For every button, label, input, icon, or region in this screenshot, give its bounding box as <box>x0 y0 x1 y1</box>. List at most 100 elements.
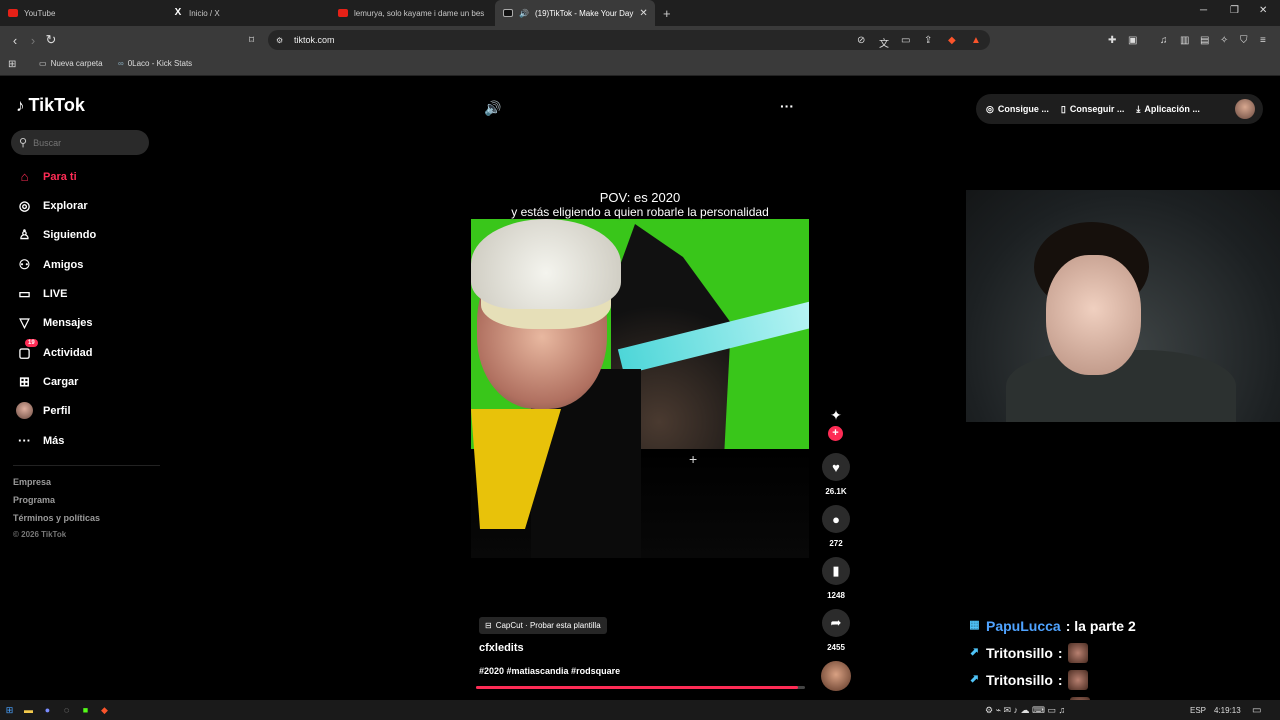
nav-explorar[interactable]: ◎ Explorar <box>16 197 88 214</box>
video-author[interactable]: cfxledits <box>479 642 524 654</box>
obs-icon[interactable]: ◌ <box>57 700 76 720</box>
video-player[interactable]: + <box>471 219 809 558</box>
webcam-overlay <box>966 190 1280 422</box>
footer-empresa[interactable]: Empresa <box>13 477 51 487</box>
brave-icon[interactable]: ◆ <box>95 700 114 720</box>
leo-ai-icon[interactable]: ✧ <box>1220 35 1228 46</box>
forward-icon[interactable]: › <box>24 33 42 48</box>
badge-icon: ▦ <box>969 619 980 631</box>
chat-emote <box>1067 669 1088 690</box>
bookmark-icon[interactable]: ▮ <box>822 557 850 585</box>
nav-mas[interactable]: ··· Más <box>16 432 64 449</box>
reload-icon[interactable]: ↻ <box>42 32 60 48</box>
kick-icon[interactable]: ■ <box>76 700 95 720</box>
minimize-icon[interactable]: ─ <box>1200 5 1207 16</box>
nav-amigos[interactable]: ⚇ Amigos <box>16 256 84 273</box>
chat-message: ⬈ Tritonsillo : <box>968 666 1280 693</box>
cast-icon[interactable]: ▭ <box>901 35 910 46</box>
tab-tiktok[interactable]: 🔊 (19)TikTok - Make Your Day ✕ <box>495 0 655 26</box>
vpn-icon[interactable]: ⛉ <box>1240 35 1248 46</box>
brave-rewards-icon[interactable]: ▲ <box>971 35 981 46</box>
no-tracking-icon[interactable]: ⊘ <box>857 35 865 46</box>
bookmark-label: Nueva carpeta <box>50 59 103 68</box>
footer-programa[interactable]: Programa <box>13 495 55 505</box>
footer-terminos[interactable]: Términos y políticas <box>13 513 100 523</box>
close-window-icon[interactable]: ✕ <box>1259 5 1267 16</box>
notifications-icon[interactable]: ▭ <box>1252 705 1261 716</box>
comment-icon[interactable]: ● <box>822 505 850 533</box>
bookmark-item[interactable]: ∞ 0Laco - Kick Stats <box>118 59 192 68</box>
link-icon: ∞ <box>118 59 124 68</box>
capcut-label: CapCut · Probar esta plantilla <box>495 621 601 630</box>
nav-actividad[interactable]: ▢ 19 Actividad <box>16 339 93 361</box>
share-count: 2455 <box>827 643 845 652</box>
language-indicator[interactable]: ESP <box>1190 706 1206 715</box>
wallet-icon[interactable]: ▤ <box>1200 35 1209 46</box>
sidebar-icon[interactable]: ▥ <box>1180 35 1189 46</box>
nav-para-ti[interactable]: ⌂ Para ti <box>16 168 77 185</box>
nav-siguiendo[interactable]: ♙ Siguiendo <box>16 226 97 243</box>
more-options-icon[interactable]: ··· <box>780 98 794 114</box>
apps-grid-icon[interactable]: ⊞ <box>8 59 16 70</box>
like-action[interactable]: ♥ 26.1K <box>820 453 852 496</box>
search-box[interactable]: ⚲ <box>11 130 149 155</box>
media-icon[interactable]: ♫ <box>1160 35 1168 46</box>
video-progress-bar[interactable] <box>476 686 805 689</box>
get-app-button[interactable]: ▯ Conseguir ... <box>1061 104 1124 115</box>
sidebar-divider <box>13 465 160 466</box>
discord-icon[interactable]: ● <box>38 700 57 720</box>
get-coins-button[interactable]: ◎ Consigue ... <box>986 104 1049 115</box>
desktop-app-button[interactable]: ⤓ Aplicación ... <box>1136 104 1200 115</box>
site-info-icon[interactable]: ⚙ <box>276 36 283 45</box>
creator-mini-avatar[interactable]: ✦ <box>826 407 846 427</box>
tab-title: lemurya, solo kayame i dame un bes <box>354 8 485 18</box>
tab-youtube[interactable]: YouTube <box>0 0 165 26</box>
nav-label: Actividad <box>43 346 93 359</box>
bookmark-icon[interactable]: ⌑ <box>249 35 254 46</box>
video-hashtags[interactable]: #2020 #matiascandia #rodsquare <box>479 666 620 676</box>
tiktok-logo[interactable]: ♪ TikTok <box>16 95 85 116</box>
brave-shield-icon[interactable]: ◆ <box>948 35 956 46</box>
new-tab-button[interactable]: + <box>663 6 671 21</box>
follow-button[interactable]: + <box>828 426 843 441</box>
save-action[interactable]: ▮ 1248 <box>820 557 852 600</box>
restore-icon[interactable]: ❐ <box>1230 5 1239 16</box>
file-explorer-icon[interactable]: ▬ <box>19 700 38 720</box>
x-icon: X <box>174 7 182 18</box>
translate-icon[interactable]: 文 <box>879 35 889 50</box>
tab-youtube-video[interactable]: lemurya, solo kayame i dame un bes <box>330 0 495 26</box>
menu-icon[interactable]: ≡ <box>1260 35 1266 46</box>
tray-icons[interactable]: ⚙ ⌁ ✉ ♪ ☁ ⌨ ▭ ♫ <box>985 705 1065 716</box>
capcut-icon: ⊟ <box>485 621 492 630</box>
chat-username: PapuLucca <box>986 617 1061 634</box>
back-icon[interactable]: ‹ <box>6 33 24 48</box>
windows-start-icon[interactable]: ⊞ <box>0 700 19 720</box>
share-icon[interactable]: ➦ <box>822 609 850 637</box>
share-icon[interactable]: ⇪ <box>924 35 932 46</box>
volume-icon[interactable]: 🔊 <box>484 100 501 117</box>
sound-avatar[interactable] <box>821 661 851 691</box>
comment-action[interactable]: ● 272 <box>820 505 852 548</box>
bookmark-item[interactable]: ▭ Nueva carpeta <box>39 59 103 68</box>
activity-icon: ▢ 19 <box>16 339 38 361</box>
upload-icon: ⊞ <box>19 373 30 389</box>
close-icon[interactable]: ✕ <box>639 8 647 19</box>
tab-x[interactable]: X Inicio / X <box>165 0 330 26</box>
nav-label: Para ti <box>43 170 77 183</box>
clock[interactable]: 4:19:13 <box>1214 706 1241 715</box>
nav-label: Más <box>43 434 65 447</box>
search-input[interactable] <box>33 137 134 148</box>
bookmark-label: 0Laco - Kick Stats <box>127 59 193 68</box>
youtube-icon <box>8 9 18 17</box>
nav-live[interactable]: ▭ LIVE <box>16 285 67 302</box>
nav-cargar[interactable]: ⊞ Cargar <box>16 373 78 390</box>
nav-mensajes[interactable]: ▽ Mensajes <box>16 314 93 331</box>
heart-icon[interactable]: ♥ <box>822 453 850 481</box>
share-action[interactable]: ➦ 2455 <box>820 609 852 652</box>
extensions-icon[interactable]: ✚ <box>1108 35 1116 46</box>
capcut-template-button[interactable]: ⊟ CapCut · Probar esta plantilla <box>479 617 607 634</box>
reader-icon[interactable]: ▣ <box>1128 35 1137 46</box>
nav-perfil[interactable]: Perfil <box>16 402 71 419</box>
user-avatar[interactable] <box>1235 99 1255 119</box>
nav-label: Siguiendo <box>43 228 97 241</box>
